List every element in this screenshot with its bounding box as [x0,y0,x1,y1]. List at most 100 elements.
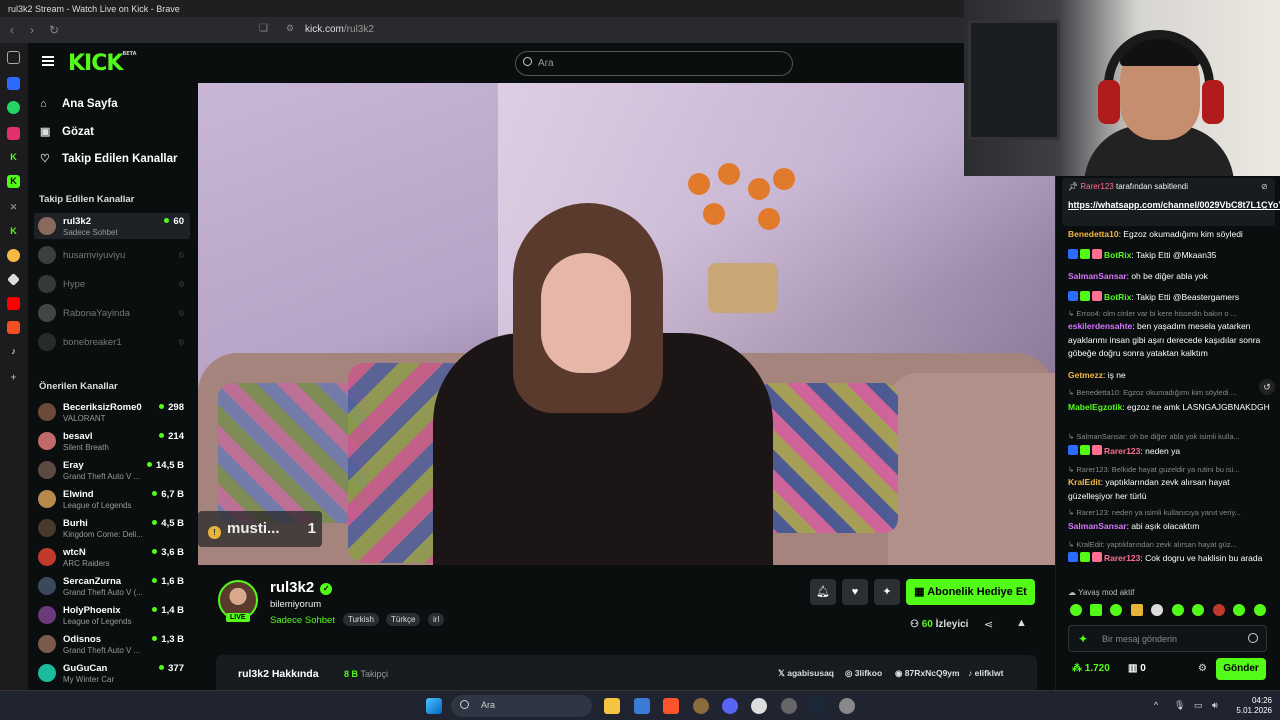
emote-icon[interactable] [1233,604,1245,616]
emoji-icon[interactable] [1248,633,1258,643]
emote-icon[interactable] [1213,604,1225,616]
nav-home[interactable]: ⌂ Ana Sayfa [40,98,118,110]
microphone-icon[interactable]: 🎙︎ [1174,700,1185,711]
obs-icon[interactable] [751,698,767,714]
recommended-channel[interactable]: BeceriksizRome0 VALORANT 298 [34,399,190,425]
kick-alt-icon[interactable]: K [7,225,20,238]
file-explorer-icon[interactable] [604,698,620,714]
chat-username[interactable]: Benedetta10 [1068,229,1119,239]
nav-following[interactable]: ♡ Takip Edilen Kanallar [40,152,177,165]
sidebar-panel-icon[interactable] [7,51,20,64]
recommended-channel[interactable]: Odisnos Grand Theft Auto V ... 1,3 B [34,631,190,657]
tag[interactable]: Turkish [343,613,379,626]
send-button[interactable]: Gönder [1216,658,1266,680]
chat-username[interactable]: BotRix [1104,292,1131,302]
recommended-channel[interactable]: Eray Grand Theft Auto V ... 14,5 B [34,457,190,483]
chevron-down-icon[interactable]: ⌄ [1261,202,1269,213]
vpn-icon[interactable] [7,77,20,90]
gift-subscription-button[interactable]: ▦ Abonelik Hediye Et [906,579,1035,605]
brave-icon[interactable] [663,698,679,714]
kick-active-icon[interactable]: K [7,175,20,188]
unpin-icon[interactable]: ⊘ [1261,182,1268,191]
forward-icon[interactable]: › [30,23,34,37]
emote-icon[interactable] [1151,604,1163,616]
recommended-channel[interactable]: HolyPhoenix League of Legends 1,4 B [34,602,190,628]
recommended-channel[interactable]: Elwind League of Legends 6,7 B [34,486,190,512]
emote-icon[interactable] [1070,604,1082,616]
chat-username[interactable]: Rarer123 [1104,553,1140,563]
store-icon[interactable] [634,698,650,714]
stream-category[interactable]: Sadece Sohbet [270,615,335,626]
chat-username[interactable]: Getmezz [1068,370,1103,380]
chat-username[interactable]: eskilerdensahte [1068,321,1132,331]
social-tiktok-link[interactable]: ♪ elifklwt [968,668,1003,678]
channel-name-heading[interactable]: rul3k2 ✓ [270,579,333,596]
chat-username[interactable]: SalmanSansar [1068,271,1127,281]
chat-username[interactable]: KralEdit [1068,477,1101,487]
chat-username[interactable]: Rarer123 [1104,446,1140,456]
emote-icon[interactable] [1110,604,1122,616]
extension-icon[interactable] [7,249,20,262]
social-discord-link[interactable]: ◉ 87RxNcQ9ym [895,668,960,679]
chat-settings-icon[interactable]: ⚙ [1198,663,1207,674]
back-icon[interactable]: ‹ [10,23,14,37]
kick-icon[interactable]: K [7,151,20,164]
search-input[interactable]: Ara [515,51,793,76]
instagram-icon[interactable] [7,127,20,140]
recommended-channel[interactable]: besavl Silent Breath 214 [34,428,190,454]
emote-icon[interactable] [1254,604,1266,616]
recommended-channel[interactable]: wtcN ARC Raiders 3,6 B [34,544,190,570]
app-icon[interactable] [781,698,797,714]
tag[interactable]: Türkçe [386,613,421,626]
discord-icon[interactable] [722,698,738,714]
reload-icon[interactable]: ↻ [49,23,59,37]
volume-icon[interactable]: 🔊︎ [1212,700,1218,711]
emote-icon[interactable] [1131,604,1143,616]
system-clock[interactable]: 04:26 5.01.2026 [1232,696,1272,716]
site-info-icon[interactable]: ⚙ [286,23,294,34]
youtube-icon[interactable] [7,297,20,310]
followed-channel-rul3k2[interactable]: rul3k2 Sadece Sohbet 60 [34,213,190,239]
followed-channel[interactable]: husamviyuviyu ⦸ [34,242,190,268]
kick-logo[interactable]: KICKBETA [68,51,137,76]
scroll-down-icon[interactable]: ↺ [1259,379,1275,395]
nav-browse[interactable]: ▣ Gözat [40,125,94,138]
recommended-channel[interactable]: Burhi Kingdom Come: Deli... 4,5 B [34,515,190,541]
bookmark-icon[interactable]: ❏ [259,23,268,34]
share-icon[interactable]: ⋖ [984,618,993,631]
recommended-channel[interactable]: SercanZurna Grand Theft Auto V (... 1,6 B [34,573,190,599]
url-field[interactable]: kick.com/rul3k2 [305,24,374,35]
followed-channel[interactable]: bonebreaker1 ⦸ [34,329,190,355]
settings-icon[interactable] [839,698,855,714]
emote-icon[interactable] [1090,604,1102,616]
report-icon[interactable]: ▲ [1016,617,1027,629]
sparkle-icon[interactable]: ✦ [1078,632,1088,646]
emote-icon[interactable] [1172,604,1184,616]
start-icon[interactable] [426,698,442,714]
follow-heart-icon[interactable]: ♥ [842,579,868,605]
sparkle-icon[interactable]: ✦ [874,579,900,605]
chat-username[interactable]: BotRix [1104,250,1131,260]
tray-chevron-icon[interactable]: ^ [1154,700,1158,710]
social-instagram-link[interactable]: ◎ 3lifkoo [845,668,882,679]
chat-username[interactable]: SalmanSansar [1068,521,1127,531]
tiktok-icon[interactable]: ♪ [7,345,20,358]
mute-icon[interactable]: ✕ [7,201,20,214]
chat-input[interactable]: ✦ Bir mesaj gönderin [1068,625,1267,652]
diamond-icon[interactable] [7,273,20,286]
whatsapp-icon[interactable] [7,101,20,114]
emote-icon[interactable] [1192,604,1204,616]
recommended-channel[interactable]: GuGuCan My Winter Car 377 [34,660,190,686]
video-player[interactable]: ! musti... 1 [198,83,1055,565]
channel-points[interactable]: ⁂ 1.720 [1072,663,1110,674]
network-icon[interactable]: ▭ [1194,700,1203,711]
followed-channel[interactable]: Hype ⦸ [34,271,190,297]
menu-icon[interactable] [42,56,54,66]
chat-username[interactable]: MabelEgzotik [1068,402,1122,412]
steam-icon[interactable] [810,698,826,714]
followed-channel[interactable]: RabonaYayinda ⦸ [34,300,190,326]
gift-box[interactable]: ▥ 0 [1128,663,1146,674]
app-icon[interactable] [693,698,709,714]
notification-bell-icon[interactable]: 🔔︎ [810,579,836,605]
taskbar-search[interactable]: Ara [451,695,592,717]
